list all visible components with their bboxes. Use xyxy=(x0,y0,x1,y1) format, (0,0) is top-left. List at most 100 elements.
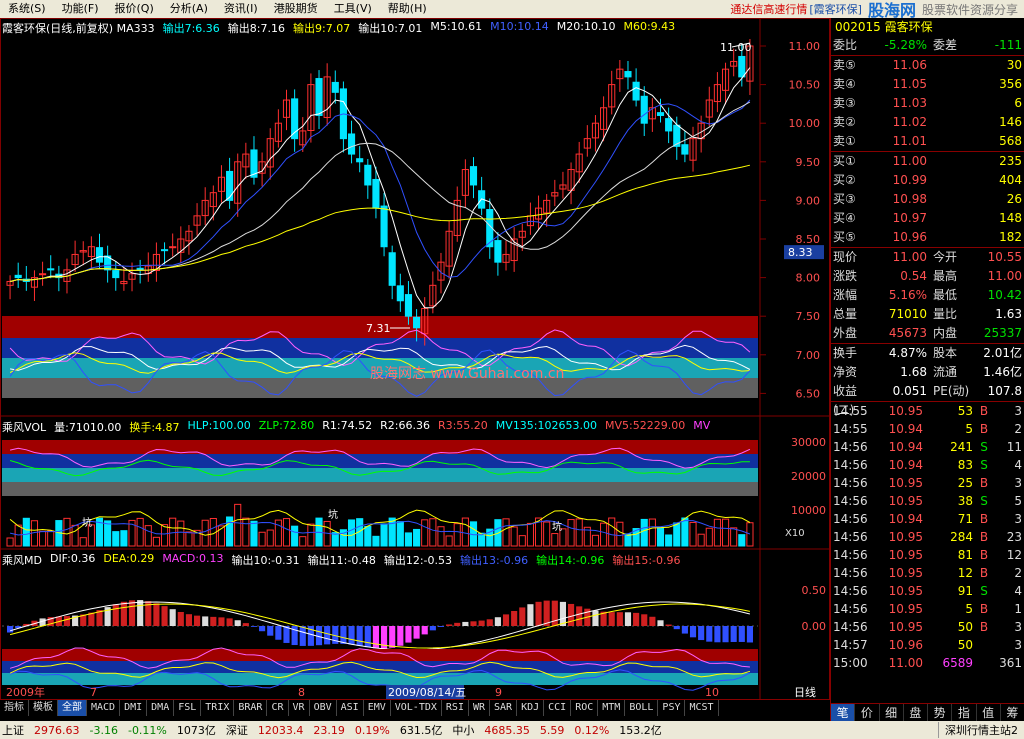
indicator-tab[interactable]: ASI xyxy=(337,700,364,716)
menu-item[interactable]: 资讯(I) xyxy=(216,0,266,18)
tick-side: B xyxy=(979,602,989,616)
menu-item[interactable]: 港股期货 xyxy=(266,0,326,18)
macd-bar xyxy=(511,610,518,626)
tick-side: B xyxy=(979,404,989,418)
sell-volume: 568 xyxy=(999,134,1022,148)
menu-item[interactable]: 工具(V) xyxy=(326,0,380,18)
menu-item[interactable]: 功能(F) xyxy=(54,0,107,18)
sell-row: 卖① 11.01 568 xyxy=(831,132,1024,151)
band-red xyxy=(2,440,758,454)
volume-bar xyxy=(6,537,14,547)
indicator-output: M10:10.14 xyxy=(490,20,549,33)
macd-bar xyxy=(413,626,420,639)
tick-side: B xyxy=(979,548,989,562)
quote-panel-tab[interactable]: 细 xyxy=(880,704,904,721)
buy-label: 买③ xyxy=(833,192,856,206)
quote-panel-tab[interactable]: 筹 xyxy=(1001,704,1024,721)
volume-bar xyxy=(591,534,600,547)
buy-volume: 148 xyxy=(999,211,1022,225)
indicator-output: MACD:0.13 xyxy=(162,552,224,565)
sell-volume: 6 xyxy=(1014,96,1022,110)
quote-panel-tab[interactable]: 指 xyxy=(952,704,977,721)
indicator-tab[interactable]: CR xyxy=(267,700,289,716)
quote-panel-tab[interactable]: 势 xyxy=(928,704,953,721)
band-blue xyxy=(2,661,758,673)
indicator-tab[interactable]: DMI xyxy=(120,700,148,716)
menu-item[interactable]: 帮助(H) xyxy=(380,0,435,18)
index-zx-value: 4685.35 xyxy=(484,723,530,737)
tick-side: B xyxy=(979,530,989,544)
menu-item[interactable]: 报价(Q) xyxy=(107,0,162,18)
tick-count: 3 xyxy=(1014,638,1022,652)
volume-bar xyxy=(445,535,453,547)
period-label: 日线 xyxy=(794,685,816,699)
stat-label: 流通 xyxy=(933,365,958,379)
volume-bar xyxy=(673,522,681,547)
promo-stock[interactable]: [霞客环保] xyxy=(807,1,862,17)
macd-bar xyxy=(340,626,347,644)
indicator-tab[interactable]: ROC xyxy=(571,700,599,716)
tick-time: 14:56 xyxy=(833,602,868,616)
indicator-tab[interactable]: WR xyxy=(469,700,491,716)
stat-row: 涨幅 5.16% 最低 10.42 xyxy=(831,286,1024,305)
tick-side xyxy=(973,636,995,654)
chart-canvas[interactable]: 11.00 10.50 10.00 9.50 9.00 8.50 8.00 7.50 7.00 6… xyxy=(0,18,830,703)
indicator-tab[interactable]: VR xyxy=(289,700,310,716)
indicator-tab[interactable]: RSI xyxy=(442,700,469,716)
indicator-tab[interactable]: CCI xyxy=(544,700,572,716)
quote-panel-tab[interactable]: 笔 xyxy=(831,704,856,721)
indicator-tab[interactable]: FSL xyxy=(174,700,202,716)
tick-side xyxy=(973,654,995,672)
quote-panel-tab[interactable]: 价 xyxy=(855,704,880,721)
indicator-tab[interactable]: BRAR xyxy=(234,700,268,716)
menu-item[interactable]: 分析(A) xyxy=(162,0,216,18)
promo-text[interactable]: 通达信高速行情 xyxy=(730,1,807,17)
tick-volume: 53 xyxy=(957,404,973,418)
indicator-tab[interactable]: KDJ xyxy=(517,700,545,716)
indicator-tab[interactable]: VOL-TDX xyxy=(391,700,442,716)
macd-bar xyxy=(608,612,615,626)
macd-bar xyxy=(234,620,241,626)
quote-panel-tab[interactable]: 盘 xyxy=(904,704,928,721)
server-status[interactable]: 深圳行情主站2 xyxy=(938,722,1024,738)
macd-bar xyxy=(364,626,371,648)
indicator-tab[interactable]: 模板 xyxy=(29,700,58,716)
indicator-tab[interactable]: SAR xyxy=(490,700,518,716)
indicator-tab[interactable]: BOLL xyxy=(625,700,659,716)
menu-item[interactable]: 系统(S) xyxy=(0,0,54,18)
tick-count: 1 xyxy=(1014,602,1022,616)
sell-label: 卖② xyxy=(833,115,856,129)
indicator-tab[interactable]: OBV xyxy=(310,700,337,716)
indicator-tab[interactable]: 指标 xyxy=(0,700,29,716)
sell-price: 11.02 xyxy=(892,115,927,129)
stat-value: 10.42 xyxy=(987,288,1022,302)
indicator-tab[interactable]: MACD xyxy=(87,700,121,716)
indicator-tab[interactable]: MCST xyxy=(685,700,719,716)
tick-row: 14:56 10.95 91 S 4 xyxy=(831,582,1024,600)
macd-bar xyxy=(169,609,176,626)
quote-panel-tab[interactable]: 值 xyxy=(977,704,1001,721)
volume-bar xyxy=(600,522,608,547)
macd-bar xyxy=(535,601,542,626)
indicator-tab[interactable]: DMA xyxy=(147,700,175,716)
indicator-tab[interactable]: MTM xyxy=(598,700,626,716)
macd-bar xyxy=(177,611,184,626)
stat-label: 内盘 xyxy=(933,326,958,340)
volume-bar xyxy=(453,523,461,547)
indicator-tab[interactable]: TRIX xyxy=(201,700,235,716)
volume-bar xyxy=(697,533,705,547)
volume-bar xyxy=(250,520,258,547)
buy-volume: 404 xyxy=(999,173,1022,187)
indicator-tab[interactable]: 全部 xyxy=(58,700,87,716)
volume-bar xyxy=(144,525,152,547)
indicator-tab[interactable]: PSY xyxy=(658,700,686,716)
candle-body xyxy=(632,81,640,101)
tick-row: 14:56 10.94 241 S 11 xyxy=(831,438,1024,456)
price-tick-label: 10.50 xyxy=(789,79,821,92)
tick-volume: 91 xyxy=(957,584,973,598)
kline-chart[interactable]: 11.00 10.50 10.00 9.50 9.00 8.50 8.00 7.50 7.00 6… xyxy=(0,18,830,703)
main-area: 11.00 10.50 10.00 9.50 9.00 8.50 8.00 7.50 7.00 6… xyxy=(0,18,1024,721)
macd-bar xyxy=(161,606,168,626)
sell-volume: 146 xyxy=(999,115,1022,129)
indicator-tab[interactable]: EMV xyxy=(364,700,391,716)
